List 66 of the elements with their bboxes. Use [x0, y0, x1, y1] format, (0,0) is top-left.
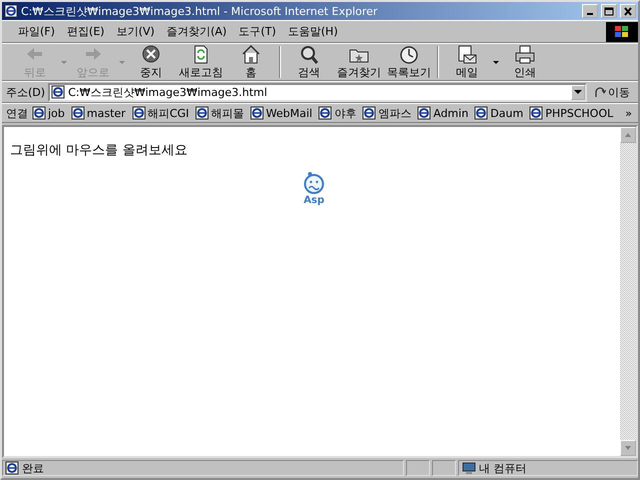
window-title: C:₩스크린샷₩image3₩image3.html - Microsoft Internet Explorer: [21, 4, 379, 18]
page-icon: [70, 106, 85, 120]
computer-icon: [462, 462, 476, 474]
maximize-icon: [603, 6, 615, 16]
toolbar-button[interactable]: 검색: [284, 44, 334, 80]
menu-item[interactable]: 즐겨찾기(A): [160, 22, 233, 41]
page-icon: [362, 106, 376, 120]
close-button[interactable]: [620, 4, 636, 18]
address-label: 주소(D): [6, 84, 46, 100]
toolbar-button[interactable]: 새로고침: [176, 44, 226, 80]
link-button[interactable]: WebMail: [248, 106, 314, 120]
more-links-button[interactable]: »: [623, 106, 634, 120]
page-icon: [4, 4, 18, 18]
clock-icon: [398, 44, 420, 64]
page-icon: [417, 106, 432, 120]
maximize-button[interactable]: [601, 4, 617, 18]
link-button[interactable]: Admin: [415, 106, 470, 120]
menu-item[interactable]: 보기(V): [110, 22, 161, 41]
page-icon: [5, 461, 19, 475]
page-icon: [132, 106, 146, 120]
triangle-icon: [624, 445, 632, 451]
link-button[interactable]: 해피CGI: [130, 106, 192, 120]
windows-logo-icon: [606, 22, 638, 42]
page-icon: [474, 106, 488, 120]
link-button[interactable]: 엠파스: [360, 106, 414, 120]
scrollbar[interactable]: [620, 127, 636, 456]
page-icon: [318, 106, 332, 120]
go-button[interactable]: 이동: [590, 84, 634, 100]
toolbar-button[interactable]: 목록보기: [384, 44, 434, 80]
scroll-up-button[interactable]: [620, 127, 636, 143]
link-button[interactable]: master: [68, 106, 128, 120]
zone-text: 내 컴퓨터: [479, 460, 526, 476]
links-label: 연결: [6, 106, 28, 120]
link-button[interactable]: job: [30, 106, 67, 120]
page-icon: [250, 106, 264, 120]
close-icon: [622, 6, 634, 16]
toolbar-button[interactable]: 메일: [442, 44, 492, 80]
link-button[interactable]: PHPSCHOOL: [527, 106, 616, 120]
toolbar-button[interactable]: 중지: [126, 44, 176, 80]
status-panel: [432, 460, 456, 476]
link-button[interactable]: Daum: [472, 106, 526, 120]
status-text: 완료: [22, 460, 44, 476]
menu-item[interactable]: 파일(F): [12, 22, 61, 41]
toolbar-button[interactable]: 즐겨찾기: [334, 44, 384, 80]
page-icon: [32, 106, 46, 120]
menu-item[interactable]: 도움말(H): [282, 22, 344, 41]
page-icon: [195, 106, 210, 120]
page-icon: [529, 106, 544, 120]
triangle-icon: [624, 132, 632, 138]
page-icon: [51, 85, 66, 99]
menu-item[interactable]: 도구(T): [232, 22, 282, 41]
toolbar-button[interactable]: 인쇄: [500, 44, 550, 80]
minimize-button[interactable]: [582, 4, 598, 18]
magnifier-icon: [298, 44, 320, 64]
status-panel: [406, 460, 430, 476]
logo-caption: Asp: [304, 195, 324, 206]
address-field[interactable]: C:₩스크린샷₩image3₩image3.html: [48, 82, 587, 102]
scroll-down-button[interactable]: [620, 440, 636, 456]
instruction-text: 그림위에 마우스를 올려보세요: [10, 142, 188, 159]
toolbar-button[interactable]: 홈: [226, 44, 276, 80]
smiley-face-icon: [302, 171, 326, 195]
go-arrow-icon: [594, 86, 606, 98]
link-button[interactable]: 해피몰: [193, 106, 246, 120]
menu-item[interactable]: 편집(E): [60, 22, 110, 41]
link-button[interactable]: 야후: [316, 106, 358, 120]
minimize-icon: [587, 13, 593, 15]
